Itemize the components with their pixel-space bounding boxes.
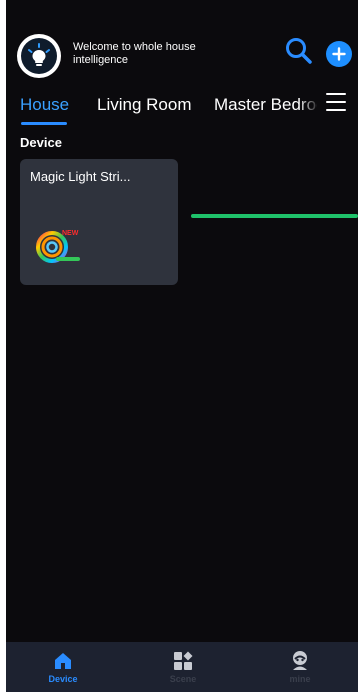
user-icon xyxy=(293,651,307,670)
nav-mine[interactable]: mine xyxy=(270,650,330,684)
nav-scene-label: Scene xyxy=(169,674,197,684)
home-icon xyxy=(55,653,71,669)
welcome-text: Welcome to whole house intelligence xyxy=(73,41,196,66)
lightbulb-icon xyxy=(28,43,50,66)
tab-living-room[interactable]: Living Room xyxy=(97,95,192,115)
search-icon xyxy=(286,38,312,64)
grid-icon xyxy=(174,651,193,670)
nav-scene[interactable]: Scene xyxy=(153,650,213,684)
hamburger-menu-icon xyxy=(326,93,346,95)
bottom-navigation: Device Scene mine xyxy=(6,642,358,692)
add-device-button[interactable] xyxy=(326,41,352,67)
tab-house[interactable]: House xyxy=(20,95,69,115)
tab-fade xyxy=(298,90,320,126)
search-button[interactable] xyxy=(284,36,314,66)
room-tabs: House Living Room Master Bedroom xyxy=(6,90,358,126)
avatar[interactable] xyxy=(17,34,61,78)
active-tab-indicator xyxy=(21,122,67,125)
hamburger-line xyxy=(326,109,346,111)
green-progress-line xyxy=(191,214,358,218)
device-card[interactable]: Magic Light Stri... NEW xyxy=(20,159,178,285)
nav-device[interactable]: Device xyxy=(33,650,93,684)
app-screen: Welcome to whole house intelligence Hous… xyxy=(6,0,358,692)
header: Welcome to whole house intelligence xyxy=(6,0,358,92)
nav-mine-label: mine xyxy=(289,674,311,684)
device-badge: NEW xyxy=(62,230,79,237)
section-title: Device xyxy=(20,135,62,150)
nav-device-label: Device xyxy=(48,674,78,684)
hamburger-line xyxy=(326,101,346,103)
room-menu-button[interactable] xyxy=(324,90,348,114)
avatar-inner xyxy=(21,38,57,74)
led-strip-icon: NEW xyxy=(36,230,80,263)
plus-icon xyxy=(332,47,346,61)
device-name: Magic Light Stri... xyxy=(30,169,131,184)
